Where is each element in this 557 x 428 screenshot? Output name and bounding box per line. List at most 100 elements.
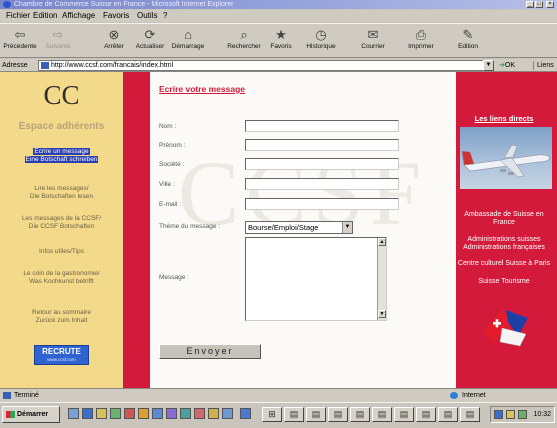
prenom-input[interactable] <box>245 139 399 151</box>
stop-button[interactable]: ⊗ Arrêter <box>96 26 132 57</box>
quicklaunch-app-icon[interactable] <box>194 408 205 419</box>
nav-item-infos-utiles[interactable]: Infos utiles/Tips <box>0 248 123 256</box>
stop-icon: ⊗ <box>108 27 120 42</box>
address-dropdown-button[interactable]: ▼ <box>483 60 494 71</box>
taskbar-window-button[interactable]: ▤ <box>460 407 480 422</box>
menu-help[interactable]: ? <box>163 11 167 21</box>
societe-input[interactable] <box>245 158 399 170</box>
taskbar-window-button[interactable]: ▤ <box>416 407 436 422</box>
network-icon[interactable] <box>494 410 503 419</box>
menu-bar: Fichier Edition Affichage Favoris Outils… <box>0 10 557 22</box>
taskbar-window-button[interactable]: ▤ <box>372 407 392 422</box>
window-title-bar[interactable]: Chambre de Commerce Suisse en France - M… <box>0 0 557 9</box>
quicklaunch-outlook-icon[interactable] <box>96 408 107 419</box>
scroll-down-icon[interactable]: ▼ <box>378 310 386 318</box>
home-button[interactable]: ⌂ Démarrage <box>170 26 206 57</box>
forward-button[interactable]: ⇨ Suivante <box>40 26 76 57</box>
close-button[interactable]: × <box>546 1 554 8</box>
nav-item-line: Die CCSF Botschaften <box>28 223 95 230</box>
quicklaunch-ie-icon[interactable] <box>82 408 93 419</box>
nav-item-line: Zurück zum Inhalt <box>35 317 88 324</box>
tray-app-icon[interactable] <box>518 410 527 419</box>
menu-fichier[interactable]: Fichier <box>6 11 30 21</box>
email-label: E-mail : <box>159 201 182 208</box>
start-button[interactable]: Démarrer <box>2 406 60 423</box>
quicklaunch-app-icon[interactable] <box>124 408 135 419</box>
theme-select[interactable]: Bourse/Emploi/Stage ▼ <box>245 221 353 234</box>
page-icon <box>41 62 49 69</box>
taskbar-window-button[interactable]: ▤ <box>350 407 370 422</box>
mail-button[interactable]: ✉ Courrier <box>355 26 391 57</box>
message-form-area: CCSF Ecrire votre message Nom : Prénom :… <box>150 72 456 388</box>
refresh-button[interactable]: ⟳ Actualiser <box>132 26 168 57</box>
message-label: Message : <box>159 274 189 281</box>
back-button[interactable]: ⇦ Précédente <box>2 26 38 57</box>
back-button-label: Précédente <box>3 43 37 50</box>
nav-item-line: Was Kochkunst betrifft <box>29 278 94 285</box>
volume-icon[interactable] <box>506 410 515 419</box>
email-input[interactable] <box>245 198 399 210</box>
quicklaunch-app-icon[interactable] <box>240 408 251 419</box>
taskbar-window-button[interactable]: ▤ <box>306 407 326 422</box>
link-ambassade-suisse[interactable]: Ambassade de Suisse en France <box>456 211 552 227</box>
quicklaunch-app-icon[interactable] <box>222 408 233 419</box>
quicklaunch-channels-icon[interactable] <box>110 408 121 419</box>
nav-item-messages-ccsf[interactable]: Les messages de la CCSF/ Die CCSF Botsch… <box>0 215 123 231</box>
recruit-badge-url: www.ccsf.com <box>47 357 76 362</box>
message-scrollbar[interactable]: ▲ ▼ <box>377 238 386 320</box>
minimize-button[interactable]: _ <box>526 1 534 8</box>
edit-button[interactable]: ✎ Edition <box>450 26 486 57</box>
link-administrations-suisses[interactable]: Administrations suisses <box>456 236 552 244</box>
taskbar-window-button[interactable]: ⊞ <box>262 407 282 422</box>
menu-outils[interactable]: Outils <box>137 11 157 21</box>
link-administrations-francaises[interactable]: Administrations françaises <box>456 244 552 252</box>
scroll-up-icon[interactable]: ▲ <box>378 238 386 246</box>
system-tray: 10:32 <box>490 406 555 423</box>
link-suisse-tourisme[interactable]: Suisse Tourisme <box>456 278 552 286</box>
favorites-button[interactable]: ★ Favoris <box>263 26 299 57</box>
menu-favoris[interactable]: Favoris <box>103 11 129 21</box>
nav-item-gastronomie[interactable]: Le coin de la gastronomie/ Was Kochkunst… <box>0 270 123 286</box>
search-button[interactable]: ⌕ Rechercher <box>226 26 262 57</box>
history-button[interactable]: ◷ Historique <box>303 26 339 57</box>
link-centre-culturel[interactable]: Centre culturel Suisse à Paris <box>456 260 552 268</box>
links-button[interactable]: Liens <box>533 61 554 70</box>
recruit-badge[interactable]: RECRUTE www.ccsf.com <box>34 345 89 365</box>
go-button[interactable]: ➔OK <box>499 61 515 70</box>
menu-affichage[interactable]: Affichage <box>62 11 95 21</box>
quicklaunch-app-icon[interactable] <box>208 408 219 419</box>
chevron-down-icon: ▼ <box>342 222 352 233</box>
print-button[interactable]: ⎙ Imprimer <box>403 26 439 57</box>
address-input[interactable]: http://www.ccsf.com/francais/index.html <box>38 60 494 71</box>
quicklaunch-app-icon[interactable] <box>166 408 177 419</box>
nav-item-ecrire-message[interactable]: Ecrire un message Eine Botschaft schreib… <box>0 148 123 164</box>
message-textarea[interactable]: ▲ ▼ <box>245 237 387 321</box>
send-button[interactable]: Envoyer <box>159 344 261 359</box>
nav-item-lire-messages[interactable]: Lire les messages/ Die Botschaften lesen <box>0 185 123 201</box>
flags-emblem-icon <box>484 308 528 347</box>
favorites-icon: ★ <box>275 27 287 42</box>
menu-edition[interactable]: Edition <box>33 11 57 21</box>
section-title: Espace adhérents <box>18 121 105 132</box>
taskbar-window-button[interactable]: ▤ <box>284 407 304 422</box>
maximize-button[interactable]: □ <box>535 1 543 8</box>
back-arrow-icon: ⇦ <box>14 27 26 42</box>
direct-links-title: Les liens directs <box>474 114 534 123</box>
taskbar-window-button[interactable]: ▤ <box>328 407 348 422</box>
nav-item-retour-sommaire[interactable]: Retour au sommaire Zurück zum Inhalt <box>0 309 123 325</box>
quicklaunch-app-icon[interactable] <box>180 408 191 419</box>
societe-label: Société : <box>159 161 185 168</box>
quicklaunch-app-icon[interactable] <box>138 408 149 419</box>
go-button-label: OK <box>504 62 515 69</box>
quicklaunch-app-icon[interactable] <box>152 408 163 419</box>
printer-icon: ⎙ <box>415 27 427 42</box>
quicklaunch-desktop-icon[interactable] <box>68 408 79 419</box>
ville-input[interactable] <box>245 178 399 190</box>
taskbar-window-button[interactable]: ▤ <box>394 407 414 422</box>
nom-input[interactable] <box>245 120 399 132</box>
refresh-icon: ⟳ <box>144 27 156 42</box>
page-done-icon <box>3 392 11 399</box>
airplane-photo <box>460 127 552 189</box>
clock: 10:32 <box>533 411 551 418</box>
taskbar-window-button[interactable]: ▤ <box>438 407 458 422</box>
